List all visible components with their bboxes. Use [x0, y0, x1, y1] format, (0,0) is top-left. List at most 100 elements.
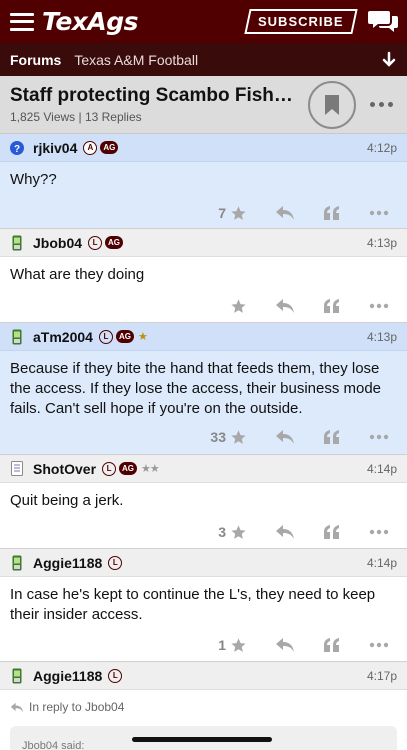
like-button[interactable]: 3 — [218, 524, 247, 541]
reply-icon — [276, 638, 294, 652]
badge-l-icon: L — [108, 555, 123, 570]
bookmark-button[interactable] — [308, 80, 356, 129]
phone-icon — [10, 555, 24, 571]
quote-icon — [324, 299, 339, 313]
phone-icon — [10, 668, 24, 684]
question-icon: ? — [10, 140, 24, 156]
in-reply-to-text: In reply to Jbob04 — [29, 700, 125, 714]
like-button[interactable]: 1 — [218, 637, 247, 654]
quote-button[interactable] — [323, 205, 341, 221]
quote-icon — [324, 430, 339, 444]
more-icon[interactable] — [369, 529, 389, 535]
reply-button[interactable] — [275, 524, 295, 540]
reply-button[interactable] — [275, 298, 295, 314]
badge-l-icon: L — [108, 668, 123, 683]
star-icon — [231, 524, 246, 539]
badge-ag-icon: AG — [100, 141, 119, 154]
badge-l-icon: L — [102, 461, 117, 476]
badge-l-icon: L — [88, 235, 103, 250]
quote-button[interactable] — [323, 637, 341, 653]
star-icon — [231, 637, 246, 652]
like-count: 7 — [218, 205, 226, 221]
phone-icon — [10, 329, 24, 345]
post-time: 4:12p — [366, 140, 397, 155]
quote-button[interactable] — [323, 298, 341, 314]
quote-icon — [324, 525, 339, 539]
rank-stars-icon: ★★ — [141, 463, 160, 475]
arrow-down-icon[interactable] — [381, 51, 397, 69]
texags-logo[interactable]: TexAgs — [42, 7, 139, 36]
like-count: 3 — [218, 524, 226, 540]
more-icon[interactable] — [369, 642, 389, 648]
reply-button[interactable] — [275, 429, 295, 445]
post-body: In case he's kept to continue the L's, t… — [10, 586, 376, 623]
badge-ag-icon: AG — [115, 330, 134, 343]
more-icon[interactable] — [369, 303, 389, 309]
post: Jbob04 L AG 4:13p What are they doing — [0, 229, 407, 323]
post-time: 4:14p — [366, 461, 397, 476]
post: ShotOver L AG ★★ 4:14p Quit being a jerk… — [0, 455, 407, 549]
post-username[interactable]: aTm2004 — [33, 329, 93, 345]
like-button[interactable]: 33 — [210, 429, 247, 446]
reply-icon — [276, 206, 294, 220]
more-icon[interactable] — [369, 434, 389, 440]
chat-icon[interactable] — [367, 9, 399, 35]
quote-icon — [324, 638, 339, 652]
thread-more-icon[interactable] — [370, 102, 393, 107]
quote-button[interactable] — [323, 524, 341, 540]
svg-text:?: ? — [14, 144, 20, 155]
post-username[interactable]: Aggie1188 — [33, 668, 102, 684]
badge-a-icon: A — [83, 140, 98, 155]
post-body: Why?? — [10, 171, 57, 188]
reply-button[interactable] — [275, 637, 295, 653]
star-icon — [231, 298, 246, 313]
top-bar: TexAgs SUBSCRIBE — [0, 0, 407, 43]
like-count: 1 — [218, 637, 226, 653]
post-time: 4:14p — [366, 555, 397, 570]
document-icon — [10, 461, 24, 477]
post-body: Quit being a jerk. — [10, 492, 124, 509]
like-button[interactable]: 7 — [218, 205, 247, 222]
quote-icon — [324, 206, 339, 220]
post-time: 4:17p — [366, 668, 397, 683]
breadcrumb-subforum-link[interactable]: Texas A&M Football — [74, 52, 198, 68]
reply-icon — [276, 430, 294, 444]
badge-ag-icon: AG — [105, 236, 124, 249]
breadcrumb-forums-link[interactable]: Forums — [10, 52, 61, 68]
phone-icon — [10, 235, 24, 251]
thread-title: Staff protecting Scambo Fisher... — [10, 85, 298, 106]
badge-ag-icon: AG — [119, 462, 138, 475]
star-icon — [231, 205, 246, 220]
post-time: 4:13p — [366, 329, 397, 344]
post-username[interactable]: rjkiv04 — [33, 140, 77, 156]
breadcrumb: Forums Texas A&M Football — [0, 43, 407, 76]
bookmark-icon — [325, 94, 339, 115]
subscribe-button[interactable]: SUBSCRIBE — [244, 9, 358, 34]
quote-button[interactable] — [323, 429, 341, 445]
post-username[interactable]: ShotOver — [33, 461, 96, 477]
post-body: Because if they bite the hand that feeds… — [10, 360, 382, 417]
home-indicator[interactable] — [132, 737, 272, 742]
reply-icon — [276, 299, 294, 313]
star-icon — [231, 429, 246, 444]
in-reply-to-link[interactable]: In reply to Jbob04 — [0, 690, 407, 714]
reply-icon — [276, 525, 294, 539]
post-username[interactable]: Aggie1188 — [33, 555, 102, 571]
more-icon[interactable] — [369, 210, 389, 216]
thread-meta: 1,825 Views | 13 Replies — [10, 110, 142, 124]
rank-star-icon: ★ — [137, 331, 148, 343]
thread-header: Staff protecting Scambo Fisher... 1,825 … — [0, 76, 407, 134]
post-time: 4:13p — [366, 235, 397, 250]
post: ? rjkiv04 A AG 4:12p Why?? 7 — [0, 134, 407, 229]
like-count: 33 — [210, 429, 226, 445]
badge-l-icon: L — [98, 329, 113, 344]
post-body: What are they doing — [10, 266, 145, 283]
reply-button[interactable] — [275, 205, 295, 221]
quote-author: Jbob04 said: — [22, 740, 85, 750]
reply-icon — [10, 702, 24, 712]
menu-icon[interactable] — [10, 12, 34, 31]
post: Aggie1188 L 4:14p In case he's kept to c… — [0, 549, 407, 662]
post-username[interactable]: Jbob04 — [33, 235, 82, 251]
like-button[interactable] — [230, 298, 247, 315]
post: aTm2004 L AG ★ 4:13p Because if they bit… — [0, 323, 407, 455]
